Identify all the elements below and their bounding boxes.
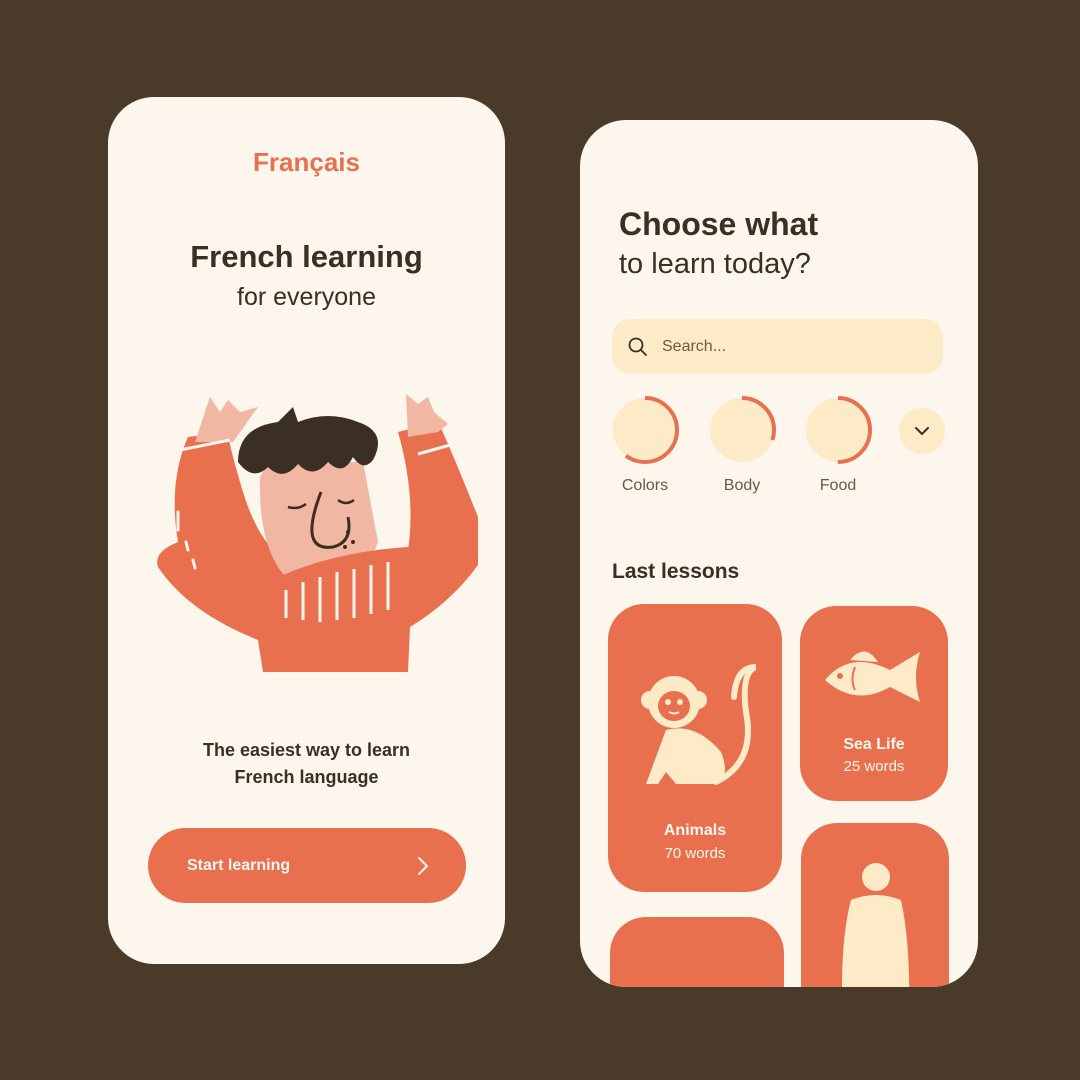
lesson-word-count: 25 words (843, 758, 905, 775)
category-progress-ring (611, 396, 679, 464)
person-icon (842, 863, 910, 987)
category-label: Colors (621, 477, 669, 494)
tagline-line-2: French language (234, 767, 379, 787)
category-label: Body (723, 477, 761, 494)
lesson-name: Animals (663, 822, 727, 839)
chevron-down-icon (915, 427, 929, 436)
onboarding-screen: Français French learning for everyone Th… (108, 97, 505, 964)
category-label: Food (819, 477, 857, 494)
category-food[interactable]: Food (803, 395, 873, 495)
more-categories-button[interactable] (899, 408, 945, 454)
section-title: Last lessons (612, 560, 740, 583)
lesson-card[interactable] (610, 917, 784, 987)
search-icon (628, 337, 647, 356)
start-learning-label: Start learning (187, 856, 291, 874)
topics-screen: Choose what to learn today? Colors Body … (580, 120, 978, 987)
lesson-card-sea-life[interactable]: Sea Life 25 words (800, 606, 948, 801)
monkey-icon (641, 664, 756, 785)
page-title: Choose what (619, 206, 819, 242)
start-learning-button[interactable]: Start learning (148, 828, 466, 903)
tagline: The easiest way to learn French language (148, 737, 465, 791)
lesson-card-animals[interactable]: Animals 70 words (608, 604, 782, 892)
category-body[interactable]: Body (707, 395, 777, 495)
page-subtitle: to learn today? (619, 248, 811, 280)
tagline-line-1: The easiest way to learn (202, 740, 411, 760)
lesson-name: Sea Life (843, 736, 905, 753)
fish-icon (825, 651, 920, 702)
lesson-word-count: 70 words (664, 845, 726, 862)
category-colors[interactable]: Colors (610, 395, 680, 495)
lesson-icon (658, 972, 738, 987)
character-illustration (157, 394, 478, 672)
hero-subtitle: for everyone (237, 283, 376, 311)
chevron-right-icon (418, 856, 429, 875)
search-bar (612, 319, 943, 374)
category-progress-ring (804, 396, 872, 464)
hero-title: French learning (190, 239, 423, 274)
lesson-card-people[interactable] (801, 823, 949, 987)
search-input[interactable] (660, 336, 904, 357)
category-progress-ring (708, 396, 776, 464)
brand-title: Français (253, 147, 360, 177)
